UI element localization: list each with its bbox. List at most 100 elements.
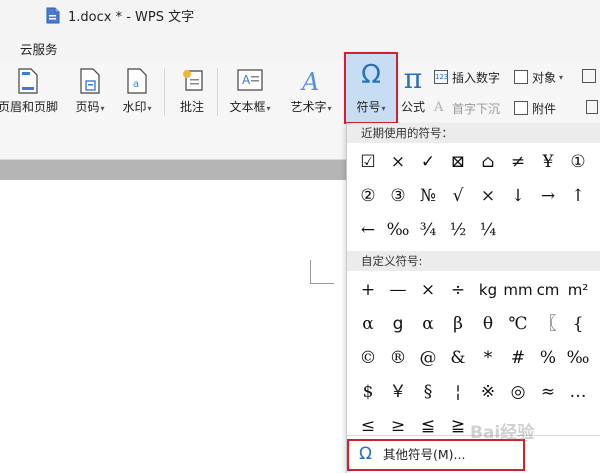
custom-symbol[interactable]: ※	[473, 377, 503, 407]
custom-symbol[interactable]: ≤	[353, 411, 383, 441]
custom-symbol[interactable]: α	[413, 309, 443, 339]
watermark-caret-icon: ▾	[147, 104, 152, 113]
recent-symbol[interactable]: ←	[353, 215, 383, 245]
custom-symbol[interactable]: ¦	[443, 377, 473, 407]
symbol-button[interactable]: Ω 符号▾	[344, 52, 398, 124]
textbox-icon: A	[237, 69, 263, 91]
drop-cap-button[interactable]: A 首字下沉	[434, 98, 500, 118]
drop-cap-label: 首字下沉	[452, 101, 501, 116]
more-symbols-label: 其他符号(M)...	[383, 447, 466, 462]
custom-symbol[interactable]: kg	[473, 275, 503, 305]
comment-icon	[183, 70, 203, 91]
recent-symbol[interactable]: ③	[383, 181, 413, 211]
custom-symbol[interactable]: ℃	[503, 309, 533, 339]
custom-symbol[interactable]: $	[353, 377, 383, 407]
custom-symbol[interactable]: +	[353, 275, 383, 305]
formula-button[interactable]: π 公式	[398, 62, 428, 122]
recent-symbol[interactable]: ✓	[413, 147, 443, 177]
recent-symbol[interactable]: ×	[473, 181, 503, 211]
recent-symbol[interactable]: ‰	[383, 215, 413, 245]
custom-symbol[interactable]: mm	[503, 275, 533, 305]
custom-symbol[interactable]: —	[383, 275, 413, 305]
page-number-label-wrap: 页码▾	[68, 98, 112, 115]
custom-symbol[interactable]: β	[443, 309, 473, 339]
recent-symbol[interactable]: ①	[563, 147, 593, 177]
custom-symbol[interactable]: α	[353, 309, 383, 339]
object-button[interactable]: 对象 ▾	[514, 67, 563, 87]
svg-text:A: A	[242, 73, 251, 87]
custom-symbol[interactable]: §	[413, 377, 443, 407]
recent-symbol[interactable]: √	[443, 181, 473, 211]
custom-symbol[interactable]: m²	[563, 275, 593, 305]
custom-symbol[interactable]: ≥	[383, 411, 413, 441]
recent-symbol[interactable]: ¼	[473, 215, 503, 245]
header-footer-icon	[18, 68, 38, 94]
custom-symbols-header: 自定义符号:	[347, 251, 600, 271]
recent-symbol[interactable]: ¾	[413, 215, 443, 245]
custom-symbol[interactable]: &	[443, 343, 473, 373]
recent-symbol[interactable]: ≠	[503, 147, 533, 177]
page-number-button[interactable]: 页码▾	[68, 62, 112, 122]
custom-symbol[interactable]: 〖	[533, 309, 563, 339]
object-icon	[514, 70, 528, 84]
svg-text:A: A	[300, 68, 319, 94]
recent-symbol[interactable]: ×	[383, 147, 413, 177]
custom-symbol[interactable]: ￥	[383, 377, 413, 407]
wordart-label-wrap: 艺术字▾	[282, 98, 340, 115]
recent-symbol[interactable]: ⊠	[443, 147, 473, 177]
svg-text:a: a	[133, 79, 139, 90]
custom-symbol[interactable]: *	[473, 343, 503, 373]
custom-symbol[interactable]: ◎	[503, 377, 533, 407]
recent-symbol[interactable]: ½	[443, 215, 473, 245]
header-footer-button[interactable]: 页眉和页脚	[0, 62, 64, 122]
menu-cloud-service[interactable]: 云服务	[20, 39, 58, 58]
custom-symbol[interactable]: θ	[473, 309, 503, 339]
custom-symbol[interactable]: ÷	[443, 275, 473, 305]
attachment-button[interactable]: 附件	[514, 98, 556, 118]
recent-symbol[interactable]: ¥	[533, 147, 563, 177]
recent-symbol[interactable]: ②	[353, 181, 383, 211]
insert-number-button[interactable]: 123 插入数字	[434, 67, 500, 87]
watermark-label-wrap: 水印▾	[114, 98, 160, 115]
recent-symbol[interactable]: →	[533, 181, 563, 211]
custom-symbol[interactable]: ≈	[533, 377, 563, 407]
attachment-label: 附件	[532, 101, 557, 116]
page-number-caret-icon: ▾	[100, 104, 105, 113]
custom-symbol[interactable]: g	[383, 309, 413, 339]
custom-symbol[interactable]: …	[563, 377, 593, 407]
custom-symbol[interactable]: #	[503, 343, 533, 373]
omega-icon: Ω	[359, 444, 372, 464]
custom-symbol[interactable]: ×	[413, 275, 443, 305]
custom-symbol[interactable]: %	[533, 343, 563, 373]
symbol-label-wrap: 符号▾	[346, 98, 396, 115]
textbox-label-wrap: 文本框▾	[222, 98, 278, 115]
recent-symbol[interactable]: ⌂	[473, 147, 503, 177]
drop-cap-icon: A	[434, 100, 444, 115]
custom-symbol[interactable]: cm	[533, 275, 563, 305]
more-symbols-button[interactable]: Ω 其他符号(M)...	[347, 439, 525, 471]
recent-symbol[interactable]: ☑	[353, 147, 383, 177]
custom-symbol[interactable]: ©	[353, 343, 383, 373]
recent-symbols-header: 近期使用的符号：	[347, 123, 600, 143]
title-bar: 1.docx * - WPS 文字	[0, 0, 600, 32]
custom-symbol[interactable]: ≧	[443, 411, 473, 441]
recent-symbol[interactable]: №	[413, 181, 443, 211]
formula-label: 公式	[400, 100, 425, 114]
custom-symbol[interactable]: @	[413, 343, 443, 373]
wordart-caret-icon: ▾	[327, 104, 332, 113]
watermark-button[interactable]: a 水印▾	[114, 62, 160, 122]
recent-symbol[interactable]: ↑	[563, 181, 593, 211]
wordart-button[interactable]: A 艺术字▾	[282, 62, 340, 122]
custom-symbol[interactable]: ‰	[563, 343, 593, 373]
custom-symbol[interactable]: {	[563, 309, 593, 339]
omega-icon: Ω	[361, 60, 381, 90]
comment-button[interactable]: 批注	[172, 62, 212, 122]
custom-symbol[interactable]: ®	[383, 343, 413, 373]
custom-symbol[interactable]: ≦	[413, 411, 443, 441]
symbol-label: 符号	[356, 100, 381, 114]
more-icon	[586, 100, 598, 114]
insert-number-label: 插入数字	[452, 70, 501, 85]
header-footer-label: 页眉和页脚	[0, 100, 58, 114]
textbox-button[interactable]: A 文本框▾	[222, 62, 278, 122]
recent-symbol[interactable]: ↓	[503, 181, 533, 211]
